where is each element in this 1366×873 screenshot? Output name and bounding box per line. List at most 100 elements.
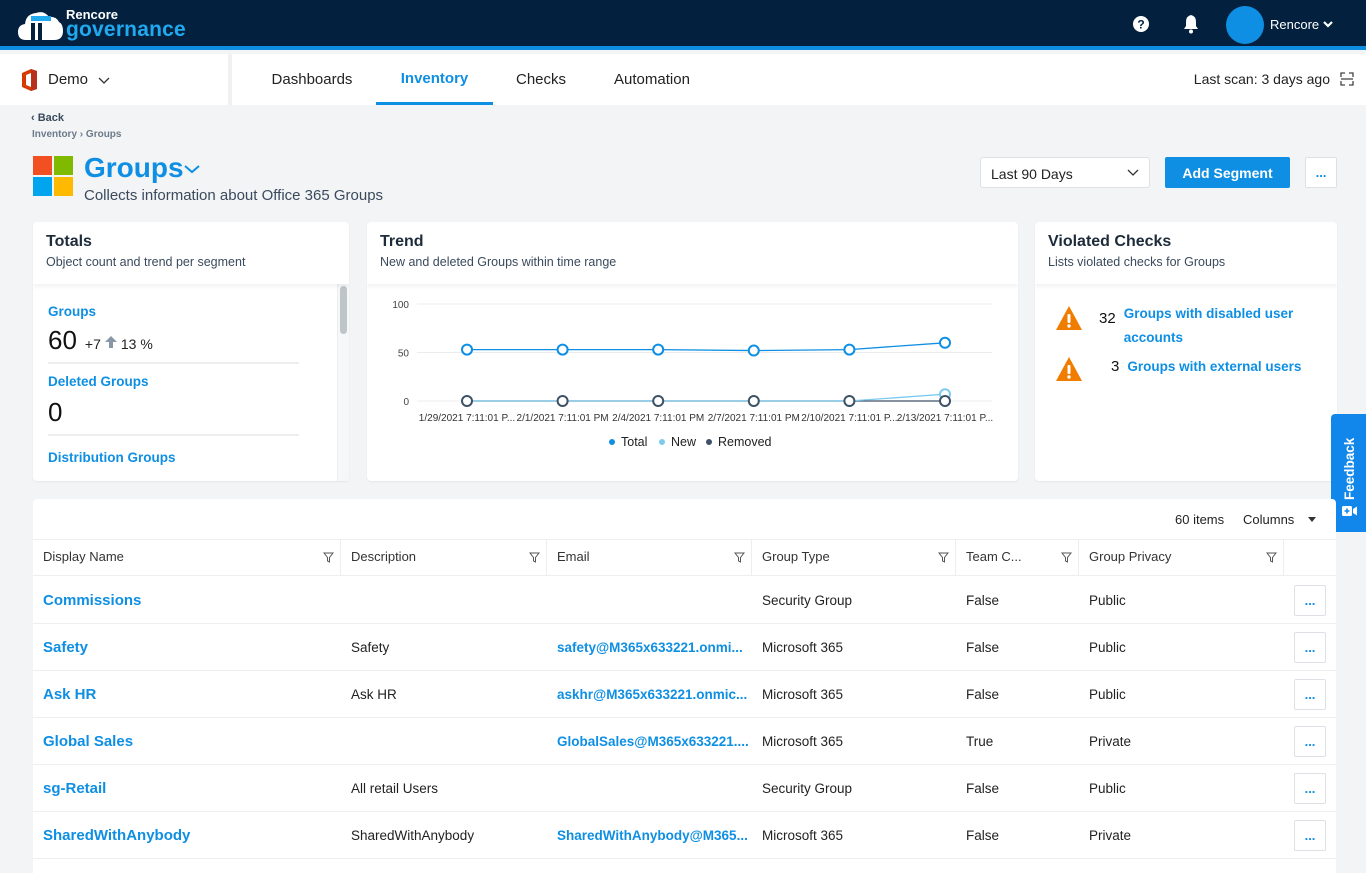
- cell-email[interactable]: [557, 765, 748, 811]
- column-header-privacy[interactable]: Group Privacy: [1079, 540, 1284, 576]
- violated-check-item[interactable]: 3 Groups with external users: [1055, 356, 1301, 382]
- row-actions-button[interactable]: ...: [1294, 820, 1326, 851]
- chevron-down-icon: [1127, 169, 1139, 176]
- column-header-type[interactable]: Group Type: [752, 540, 956, 576]
- violated-check-link[interactable]: Groups with disabled user accounts: [1124, 302, 1294, 350]
- cell-name[interactable]: sg-Retail: [43, 765, 337, 811]
- scrollbar-thumb[interactable]: [340, 286, 347, 334]
- warning-icon: [1056, 357, 1082, 381]
- column-header-label: Display Name: [43, 549, 124, 564]
- cell-email[interactable]: SharedWithAnybody@M365...: [557, 812, 748, 858]
- brand-logo[interactable]: Rencore governance: [16, 6, 186, 42]
- table-row[interactable]: Safety Safety safety@M365x633221.onmi... Mi…: [33, 624, 1336, 671]
- cell-privacy: Private: [1089, 733, 1132, 749]
- totals-groups-label[interactable]: Groups: [48, 304, 349, 319]
- cell-team: False: [966, 686, 1000, 702]
- add-segment-button[interactable]: Add Segment: [1165, 157, 1290, 188]
- cell-description: Ask HR: [351, 686, 397, 702]
- brand-product: governance: [66, 18, 186, 41]
- time-range-value: Last 90 Days: [991, 166, 1073, 182]
- columns-button[interactable]: Columns: [1243, 512, 1294, 527]
- page-title[interactable]: Groups: [84, 152, 184, 184]
- violated-check-link[interactable]: Groups with external users: [1127, 356, 1301, 378]
- violated-check-item[interactable]: 32 Groups with disabled user accounts: [1055, 302, 1294, 350]
- feedback-button[interactable]: Feedback: [1331, 414, 1366, 532]
- column-header-team[interactable]: Team C...: [956, 540, 1079, 576]
- data-point-removed: [556, 395, 569, 407]
- scan-icon[interactable]: [1340, 72, 1354, 86]
- tenant-selector[interactable]: Demo: [0, 54, 232, 105]
- violated-check-count: 32: [1099, 310, 1116, 327]
- totals-deleted-label[interactable]: Deleted Groups: [48, 374, 349, 389]
- totals-distribution-label[interactable]: Distribution Groups: [48, 450, 349, 465]
- cell-email[interactable]: safety@M365x633221.onmi...: [557, 624, 748, 670]
- table-row[interactable]: sg-Retail All retail Users Security Group F…: [33, 765, 1336, 812]
- table-row[interactable]: SharedWithAnybody SharedWithAnybody Shared…: [33, 812, 1336, 859]
- column-header-label: Description: [351, 549, 417, 564]
- cell-team: False: [966, 780, 1000, 796]
- filter-icon[interactable]: [1061, 552, 1072, 563]
- violated-check-count: 3: [1111, 358, 1120, 375]
- filter-icon[interactable]: [734, 552, 745, 563]
- totals-groups-percent: 13 %: [120, 336, 153, 352]
- violated-title: Violated Checks: [1048, 233, 1172, 250]
- caret-down-icon[interactable]: [1308, 517, 1316, 522]
- row-actions-button[interactable]: ...: [1294, 585, 1326, 616]
- notifications-bell-icon[interactable]: [1181, 14, 1201, 34]
- breadcrumb-separator: ›: [79, 129, 84, 140]
- column-header-actions: [1284, 540, 1336, 576]
- table-row[interactable]: Commissions Security Group False Public...: [33, 577, 1336, 624]
- chevron-down-icon[interactable]: [183, 163, 201, 175]
- table-row[interactable]: Global Sales GlobalSales@M365x633221.... M…: [33, 718, 1336, 765]
- filter-icon[interactable]: [323, 552, 334, 563]
- cell-email[interactable]: [557, 577, 748, 623]
- user-avatar[interactable]: [1226, 6, 1264, 44]
- cell-type: Microsoft 365: [762, 686, 844, 702]
- chevron-down-icon[interactable]: [1322, 18, 1334, 30]
- column-header-name[interactable]: Display Name: [33, 540, 341, 576]
- table-row[interactable]: Ask HR Ask HR askhr@M365x633221.onmic... Mi…: [33, 671, 1336, 718]
- column-header-description[interactable]: Description: [341, 540, 547, 576]
- totals-scrollbar[interactable]: [337, 284, 349, 481]
- cell-privacy: Public: [1089, 780, 1126, 796]
- row-actions-button[interactable]: ...: [1294, 773, 1326, 804]
- data-point-removed: [747, 395, 760, 407]
- cell-name[interactable]: Global Sales: [43, 718, 337, 764]
- data-point-total: [461, 343, 473, 356]
- cell-team: True: [966, 733, 994, 749]
- data-point-removed: [843, 395, 856, 407]
- filter-icon[interactable]: [1266, 552, 1277, 563]
- user-name[interactable]: Rencore: [1270, 17, 1319, 32]
- grid-toolbar: 60 items Columns: [33, 499, 1336, 540]
- row-actions-button[interactable]: ...: [1294, 726, 1326, 757]
- row-actions-button[interactable]: ...: [1294, 679, 1326, 710]
- trend-card: Trend New and deleted Groups within time…: [367, 222, 1018, 481]
- back-link[interactable]: ‹ Back: [31, 112, 64, 124]
- cell-name[interactable]: Ask HR: [43, 671, 337, 717]
- cell-name[interactable]: Commissions: [43, 577, 337, 623]
- row-actions-button[interactable]: ...: [1294, 632, 1326, 663]
- tab-inventory[interactable]: Inventory: [376, 54, 493, 105]
- more-options-button[interactable]: ...: [1305, 157, 1337, 188]
- column-header-email[interactable]: Email: [547, 540, 752, 576]
- cell-email[interactable]: askhr@M365x633221.onmic...: [557, 671, 748, 717]
- cell-type: Security Group: [762, 780, 853, 796]
- tab-automation[interactable]: Automation: [598, 54, 706, 105]
- cell-name[interactable]: SharedWithAnybody: [43, 812, 337, 858]
- tab-checks[interactable]: Checks: [500, 54, 582, 105]
- legend-label-removed: Removed: [718, 435, 772, 449]
- page-subtitle: Collects information about Office 365 Gr…: [84, 187, 384, 204]
- trend-subtitle: New and deleted Groups within time range: [380, 255, 617, 269]
- tab-dashboards[interactable]: Dashboards: [252, 54, 372, 105]
- filter-icon[interactable]: [938, 552, 949, 563]
- cell-name[interactable]: Safety: [43, 624, 337, 670]
- cell-privacy: Public: [1089, 592, 1126, 608]
- breadcrumb-inventory[interactable]: Inventory: [32, 129, 77, 140]
- filter-icon[interactable]: [529, 552, 540, 563]
- cell-description: All retail Users: [351, 780, 439, 796]
- cell-email[interactable]: GlobalSales@M365x633221....: [557, 718, 748, 764]
- cell-privacy: Private: [1089, 827, 1132, 843]
- chevron-down-icon: [98, 77, 110, 84]
- time-range-select[interactable]: Last 90 Days: [980, 157, 1150, 188]
- help-icon[interactable]: ?: [1131, 14, 1151, 34]
